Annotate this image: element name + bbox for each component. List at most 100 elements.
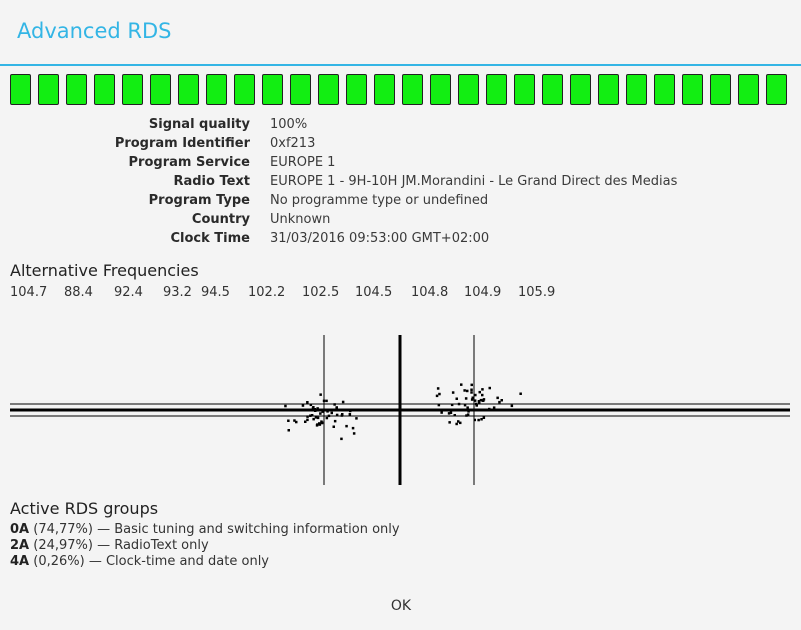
constellation-point	[319, 412, 322, 415]
constellation-point	[478, 390, 481, 394]
group-code: 2A	[10, 538, 30, 553]
signal-bar	[178, 74, 199, 105]
info-label: Program Type	[148, 193, 250, 208]
constellation-point	[459, 421, 462, 425]
signal-bar	[206, 74, 227, 105]
constellation-point	[496, 396, 499, 400]
title-divider	[0, 64, 801, 66]
constellation-point	[466, 389, 469, 393]
info-row: Program Service EUROPE 1	[0, 155, 801, 174]
constellation-point	[304, 420, 307, 423]
constellation-point	[475, 402, 478, 406]
signal-bar	[234, 74, 255, 105]
info-value: 0xf213	[270, 136, 316, 151]
constellation-point	[498, 400, 501, 404]
constellation-point	[325, 399, 328, 403]
signal-bar	[570, 74, 591, 105]
active-group-row: 2A (24,97%) — RadioText only	[10, 538, 209, 553]
signal-bar	[542, 74, 563, 105]
constellation-point	[480, 418, 483, 421]
constellation-point	[355, 417, 358, 420]
constellation-point	[457, 402, 461, 406]
signal-bar	[150, 74, 171, 105]
constellation-point	[309, 403, 313, 407]
constellation-point	[335, 413, 339, 417]
constellation-point	[295, 420, 298, 424]
alternative-frequency: 104.9	[464, 285, 502, 300]
constellation-point	[470, 388, 473, 391]
signal-bar	[626, 74, 647, 105]
constellation-point	[311, 407, 315, 410]
info-label: Program Identifier	[114, 136, 250, 151]
signal-bar	[262, 74, 283, 105]
constellation-point	[321, 410, 324, 413]
signal-bar	[766, 74, 787, 105]
constellation-point	[467, 410, 470, 413]
constellation-point	[437, 403, 441, 407]
info-label: Program Service	[128, 155, 250, 170]
constellation-point	[464, 397, 468, 400]
constellation-point	[448, 421, 451, 424]
constellation-point	[470, 383, 473, 387]
signal-bar	[458, 74, 479, 105]
signal-bar	[710, 74, 731, 105]
signal-bar	[738, 74, 759, 105]
constellation-point	[481, 393, 484, 397]
signal-bar	[290, 74, 311, 105]
signal-bar	[346, 74, 367, 105]
info-row: Clock Time 31/03/2016 09:53:00 GMT+02:00	[0, 231, 801, 250]
alternative-frequency: 104.7	[10, 285, 48, 300]
active-group-row: 0A (74,77%) — Basic tuning and switching…	[10, 522, 400, 537]
info-row: Radio Text EUROPE 1 - 9H-10H JM.Morandini…	[0, 174, 801, 193]
alternative-frequency: 102.5	[302, 285, 340, 300]
info-row: Country Unknown	[0, 212, 801, 231]
info-label: Country	[191, 212, 250, 227]
constellation-point	[453, 414, 456, 417]
constellation-point	[463, 403, 467, 407]
constellation-point	[435, 394, 439, 398]
constellation-point	[500, 399, 503, 402]
alternative-frequency: 93.2	[163, 285, 192, 300]
constellation-point	[451, 391, 455, 394]
alternative-frequency: 102.2	[248, 285, 286, 300]
info-row: Signal quality 100%	[0, 117, 801, 136]
constellation-point	[298, 408, 301, 412]
constellation-point	[438, 392, 441, 396]
group-code: 0A	[10, 522, 30, 537]
dialog-title: Advanced RDS	[17, 19, 172, 43]
constellation-point	[320, 420, 323, 423]
constellation-point	[326, 410, 329, 413]
constellation-point	[473, 399, 477, 402]
iq-constellation-plot	[10, 335, 790, 485]
alternative-frequencies-list: 104.7 88.4 92.4 93.2 94.5 102.2 102.5 104.5 104.…	[10, 285, 800, 303]
info-row: Program Identifier 0xf213	[0, 136, 801, 155]
constellation-point	[460, 383, 463, 386]
ok-button[interactable]: OK	[370, 592, 432, 620]
info-value: Unknown	[270, 212, 331, 227]
signal-bar	[402, 74, 423, 105]
constellation-point	[327, 414, 331, 418]
constellation-point	[510, 404, 514, 408]
constellation-point	[488, 386, 491, 390]
constellation-point	[348, 413, 352, 416]
group-detail: (0,26%) — Clock-time and date only	[29, 554, 269, 569]
signal-bar	[486, 74, 507, 105]
constellation-point	[450, 403, 454, 407]
group-detail: (24,97%) — RadioText only	[29, 538, 209, 553]
signal-bar	[514, 74, 535, 105]
info-value: 31/03/2016 09:53:00 GMT+02:00	[270, 231, 490, 246]
constellation-point	[482, 416, 486, 419]
constellation-point	[470, 391, 473, 394]
signal-quality-meter	[10, 74, 794, 106]
info-value: No programme type or undefined	[270, 193, 489, 208]
signal-bar	[682, 74, 703, 105]
group-code: 4A	[10, 554, 30, 569]
alternative-frequency: 94.5	[201, 285, 230, 300]
alternative-frequencies-heading: Alternative Frequencies	[10, 261, 199, 280]
constellation-point	[306, 418, 309, 422]
signal-bar	[598, 74, 619, 105]
constellation-point	[284, 404, 287, 408]
constellation-point	[312, 417, 315, 421]
constellation-point	[316, 407, 319, 410]
constellation-point	[335, 406, 338, 410]
